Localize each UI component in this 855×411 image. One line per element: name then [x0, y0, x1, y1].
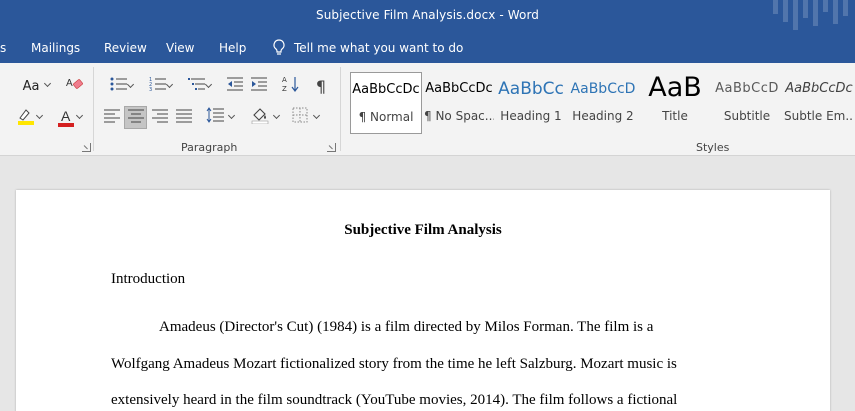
style-name: ¶ Normal [358, 110, 414, 124]
ribbon: Aa A A 123 A Z ¶ Paragraph AaBbCcDc ¶ No… [0, 63, 855, 156]
style-name: Subtle Em... [784, 109, 854, 123]
increase-indent-button[interactable] [248, 75, 270, 97]
align-right-icon [152, 108, 168, 127]
tab-view[interactable]: View [166, 41, 194, 55]
style-title[interactable]: AaB Title [640, 72, 710, 134]
style-heading-1[interactable]: AaBbCc Heading 1 [496, 72, 566, 134]
clear-formatting-button[interactable]: A [64, 75, 86, 97]
svg-text:A: A [66, 78, 73, 89]
style-preview: AaBbCcD [715, 81, 779, 96]
font-dialog-launcher[interactable] [82, 143, 91, 152]
style-preview: AaB [648, 72, 702, 103]
tab-partial[interactable]: s [0, 41, 6, 55]
bullets-button[interactable] [102, 75, 136, 97]
font-color-button[interactable]: A [48, 107, 84, 129]
tell-me-placeholder: Tell me what you want to do [294, 40, 464, 55]
pilcrow-icon: ¶ [315, 76, 327, 96]
title-bar: Subjective Film Analysis.docx - Word [0, 0, 855, 33]
chevron-down-icon [35, 111, 44, 120]
chevron-down-icon [126, 80, 135, 89]
change-case-label: Aa [22, 78, 40, 94]
align-center-button[interactable] [124, 106, 147, 129]
document-canvas[interactable]: Subjective Film Analysis Introduction Am… [0, 157, 855, 411]
group-separator [340, 67, 341, 151]
chevron-down-icon [43, 79, 52, 88]
decrease-indent-icon [226, 76, 244, 96]
sort-az-icon: AZ [282, 75, 300, 97]
align-right-button[interactable] [149, 106, 171, 128]
style-preview: AaBbCc [498, 79, 564, 99]
style-name: Heading 1 [500, 109, 562, 123]
style-preview: AaBbCcDc [785, 81, 853, 96]
paragraph-group-label: Paragraph [181, 141, 238, 154]
font-color-icon: A [57, 108, 75, 128]
style-subtle-emphasis[interactable]: AaBbCcDc Subtle Em... [784, 72, 854, 134]
tab-review[interactable]: Review [104, 41, 147, 55]
style-name: Subtitle [723, 109, 771, 123]
change-case-button[interactable]: Aa [19, 76, 53, 96]
section-heading: Introduction [111, 271, 186, 287]
multilevel-list-button[interactable] [180, 75, 214, 97]
line-spacing-icon [206, 107, 224, 127]
body-line: Wolfgang Amadeus Mozart fictionalized st… [111, 356, 677, 372]
chevron-down-icon [75, 111, 84, 120]
multilevel-list-icon [188, 76, 206, 96]
tab-help[interactable]: Help [219, 41, 246, 55]
style-name: Title [662, 109, 688, 123]
bullet-list-icon [110, 76, 128, 96]
numbering-button[interactable]: 123 [141, 75, 175, 97]
text-highlight-button[interactable] [8, 107, 44, 129]
chevron-down-icon [165, 80, 174, 89]
lightbulb-icon [272, 39, 286, 56]
style-preview: AaBbCcD [570, 81, 636, 97]
chevron-down-icon [204, 80, 213, 89]
chevron-down-icon [312, 111, 321, 120]
title-bar-decoration [765, 0, 855, 33]
align-left-button[interactable] [101, 106, 123, 128]
shading-button[interactable] [248, 106, 282, 128]
style-name: Heading 2 [572, 109, 634, 123]
sort-button[interactable]: AZ [280, 75, 302, 97]
style-normal[interactable]: AaBbCcDc ¶ Normal [350, 72, 422, 134]
style-name: ¶ No Spac... [424, 109, 494, 123]
body-line: extensively heard in the film soundtrack… [111, 392, 678, 408]
style-preview: AaBbCcDc [425, 81, 493, 96]
svg-text:Z: Z [282, 85, 287, 93]
tab-mailings[interactable]: Mailings [31, 41, 80, 55]
svg-text:3: 3 [149, 87, 152, 92]
highlighter-icon [16, 106, 36, 130]
group-separator [93, 67, 94, 151]
line-spacing-button[interactable] [203, 106, 237, 128]
font-color-swatch [58, 123, 74, 127]
align-left-icon [104, 108, 120, 127]
svg-text:A: A [282, 76, 287, 84]
document-title: Subjective Film Analysis [344, 222, 502, 238]
borders-button[interactable] [288, 106, 322, 128]
styles-group-label: Styles [696, 141, 730, 154]
document-page[interactable]: Subjective Film Analysis Introduction Am… [16, 190, 830, 411]
paragraph-dialog-launcher[interactable] [327, 143, 336, 152]
increase-indent-icon [250, 76, 268, 96]
style-preview: AaBbCcDc [352, 82, 420, 97]
tell-me-search[interactable]: Tell me what you want to do [272, 39, 463, 56]
chevron-down-icon [227, 111, 236, 120]
window-title: Subjective Film Analysis.docx - Word [315, 8, 539, 22]
numbered-list-icon: 123 [149, 76, 167, 96]
style-subtitle[interactable]: AaBbCcD Subtitle [712, 72, 782, 134]
decrease-indent-button[interactable] [224, 75, 246, 97]
justify-icon [176, 108, 192, 127]
chevron-down-icon [272, 111, 281, 120]
paint-bucket-icon [251, 106, 269, 128]
eraser-icon: A [66, 75, 84, 97]
body-line: Amadeus (Director's Cut) (1984) is a fil… [159, 319, 654, 335]
style-no-spacing[interactable]: AaBbCcDc ¶ No Spac... [424, 72, 494, 134]
show-formatting-button[interactable]: ¶ [310, 75, 332, 97]
justify-button[interactable] [173, 106, 195, 128]
align-center-icon [127, 108, 144, 127]
style-heading-2[interactable]: AaBbCcD Heading 2 [568, 72, 638, 134]
ribbon-tabs: s Mailings Review View Help Tell me what… [0, 33, 855, 63]
borders-icon [292, 107, 308, 127]
